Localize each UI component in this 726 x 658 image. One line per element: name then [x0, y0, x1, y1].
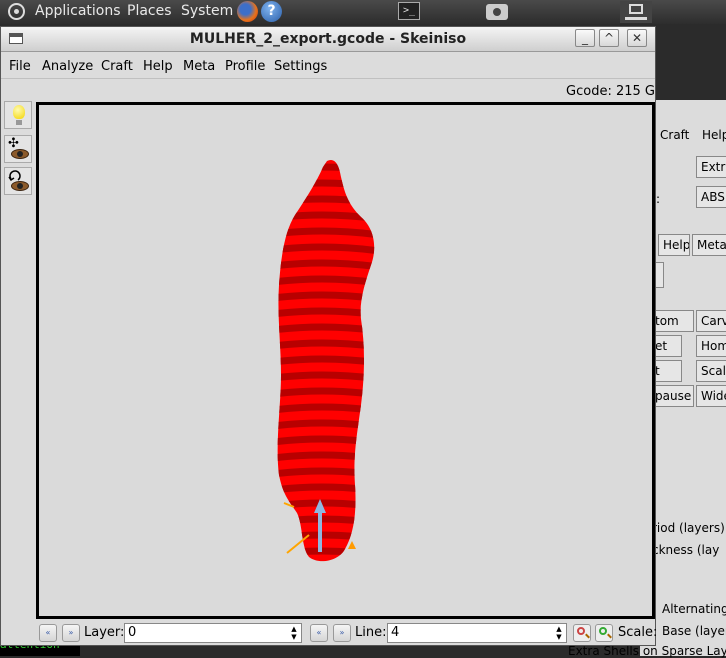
menu-meta[interactable]: Meta [183, 59, 215, 74]
line-next-button[interactable]: » [333, 624, 351, 642]
menu-analyze[interactable]: Analyze [42, 59, 93, 74]
bg-meta-button[interactable]: Meta [692, 234, 726, 256]
bg-extrude-button[interactable]: Extr [696, 156, 726, 178]
help-icon[interactable]: ? [261, 1, 282, 22]
bg-base-label: Base (layer [662, 624, 726, 638]
layer-label: Layer: [84, 625, 125, 640]
title-bar[interactable]: MULHER_2_export.gcode - Skeiniso _ ^ ✕ [1, 27, 655, 52]
bottom-bar: « » Layer: 0 ▲ ▼ « » Line: 4 ▲ ▼ Scale: [1, 621, 658, 645]
line-spinbox[interactable]: 4 ▲ ▼ [387, 623, 567, 643]
bg-period-label: riod (layers) [652, 521, 725, 535]
ubuntu-logo-icon[interactable] [8, 3, 25, 20]
menu-craft[interactable]: Craft [101, 59, 133, 74]
line-label: Line: [355, 625, 387, 640]
tool-strip: ✣ [2, 101, 34, 641]
gcode-model-render [269, 159, 389, 576]
minimize-button[interactable]: _ [575, 29, 595, 47]
model-body [269, 159, 389, 576]
menu-help[interactable]: Help [143, 59, 173, 74]
eye-icon [11, 181, 29, 191]
layer-value: 0 [128, 625, 137, 640]
maximize-button[interactable]: ^ [599, 29, 619, 47]
applications-menu[interactable]: Applications [35, 3, 121, 19]
bg-home-button[interactable]: Hom [696, 335, 726, 357]
bg-wide-button[interactable]: Wide [696, 385, 726, 407]
zoom-out-icon[interactable] [573, 624, 591, 642]
screenshot-icon[interactable] [486, 4, 508, 20]
bg-scale-button[interactable]: Scal [696, 360, 726, 382]
spin-arrows-icon[interactable]: ▲ ▼ [554, 625, 564, 641]
menu-profile[interactable]: Profile [225, 59, 265, 74]
bg-pause-button[interactable]: pause [650, 385, 694, 407]
close-button[interactable]: ✕ [627, 29, 647, 47]
bg-help-button[interactable]: Help [658, 234, 690, 256]
menu-bar: File Analyze Craft Help Meta Profile Set… [1, 54, 655, 79]
bg-menu-craft[interactable]: Craft [660, 128, 689, 142]
line-value: 4 [391, 625, 400, 640]
bg-alternating-label: Alternating [662, 602, 726, 616]
layer-spinbox[interactable]: 0 ▲ ▼ [124, 623, 302, 643]
layer-prev-button[interactable]: « [39, 624, 57, 642]
menu-settings[interactable]: Settings [274, 59, 327, 74]
line-prev-button[interactable]: « [310, 624, 328, 642]
rotate-view-tool[interactable] [4, 167, 32, 195]
skeiniso-window: MULHER_2_export.gcode - Skeiniso _ ^ ✕ F… [0, 26, 658, 646]
window-title: MULHER_2_export.gcode - Skeiniso [189, 31, 467, 47]
bg-carve-button[interactable]: Carv [696, 310, 726, 332]
lightbulb-icon [13, 105, 25, 125]
network-monitor-icon[interactable] [620, 1, 652, 23]
model-viewport[interactable] [36, 102, 655, 619]
gcode-status: Gcode: 215 G [566, 84, 655, 99]
system-menu[interactable]: System [181, 3, 233, 19]
move-view-tool[interactable]: ✣ [4, 135, 32, 163]
terminal-icon[interactable]: >_ [398, 2, 420, 20]
places-menu[interactable]: Places [127, 3, 172, 19]
bg-menu-help[interactable]: Help [702, 128, 726, 142]
bg-bottom-button[interactable]: tom [650, 310, 694, 332]
bg-colon-label: : [656, 192, 661, 206]
layer-stripe [269, 563, 389, 576]
menu-file[interactable]: File [9, 59, 31, 74]
axis-marker [348, 541, 356, 549]
layer-next-button[interactable]: » [62, 624, 80, 642]
bg-thickness-label: ckness (lay [652, 543, 720, 557]
scale-label: Scale: [618, 625, 658, 640]
firefox-icon[interactable] [237, 1, 258, 22]
eye-icon [11, 149, 29, 159]
zoom-in-icon[interactable] [595, 624, 613, 642]
lightbulb-tool[interactable] [4, 101, 32, 129]
bg-abs-button[interactable]: ABS [696, 186, 726, 208]
spin-arrows-icon[interactable]: ▲ ▼ [289, 625, 299, 641]
top-panel: Applications Places System ? >_ [0, 0, 726, 24]
